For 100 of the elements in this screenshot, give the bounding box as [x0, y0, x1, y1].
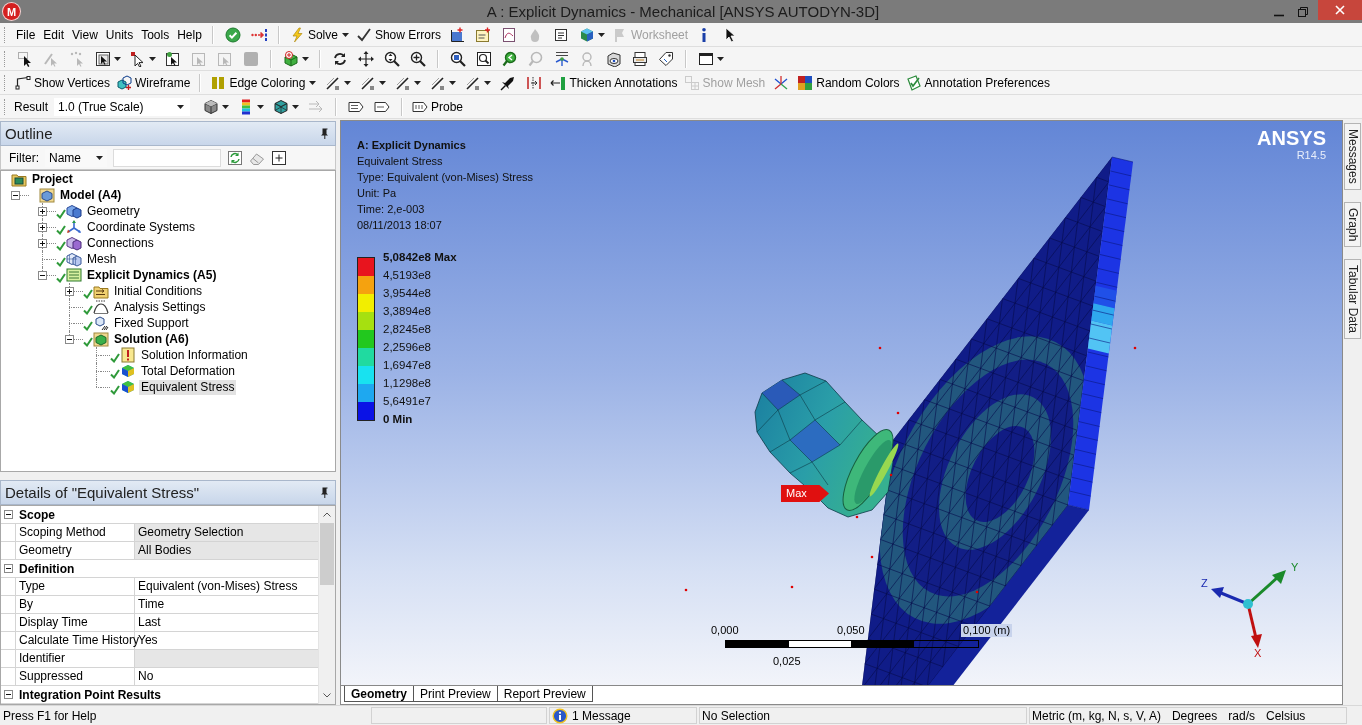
- property-value[interactable]: Last: [135, 614, 318, 631]
- caret-icon[interactable]: [177, 104, 184, 109]
- toolbar-button[interactable]: Solve: [285, 24, 341, 45]
- check-circle-icon[interactable]: [224, 26, 241, 43]
- app-logo[interactable]: M: [3, 3, 20, 20]
- minus-box-icon[interactable]: [38, 270, 47, 280]
- close-button[interactable]: [1318, 0, 1362, 20]
- box-select-icon[interactable]: [95, 50, 111, 67]
- messages-indicator[interactable]: 1 Message: [549, 707, 697, 724]
- property-value[interactable]: All Bodies: [135, 542, 318, 559]
- tree-item[interactable]: Total Deformation: [139, 363, 238, 379]
- cube-icon[interactable]: [283, 50, 299, 67]
- pushpin-icon[interactable]: [500, 74, 517, 91]
- tree-item[interactable]: Explicit Dynamics (A5): [85, 267, 219, 283]
- face-select-icon[interactable]: [165, 50, 181, 67]
- tree-item[interactable]: Analysis Settings: [112, 299, 208, 315]
- scrollbar[interactable]: [318, 506, 335, 704]
- printer-icon[interactable]: [632, 50, 648, 67]
- plus-box-icon[interactable]: [38, 206, 47, 216]
- scale-dropdown[interactable]: 1.0 (True Scale): [54, 97, 190, 116]
- pin-icon[interactable]: [321, 128, 329, 139]
- line-weight-icon[interactable]: [465, 74, 482, 91]
- tree-item[interactable]: Coordinate Systems: [85, 219, 198, 235]
- toolbar-button[interactable]: Wireframe: [113, 72, 194, 93]
- toolbar-button[interactable]: Random Colors: [794, 72, 903, 93]
- minus-box-icon[interactable]: [65, 334, 74, 344]
- zoom-box-icon[interactable]: [476, 50, 492, 67]
- property-value[interactable]: No: [135, 668, 318, 685]
- plus-box-icon[interactable]: [65, 286, 74, 296]
- caret-icon[interactable]: [222, 104, 229, 109]
- chart-page-icon[interactable]: [500, 26, 517, 43]
- minus-box-icon[interactable]: [4, 564, 13, 573]
- tree-item[interactable]: Initial Conditions: [112, 283, 205, 299]
- caret-icon[interactable]: [292, 104, 299, 109]
- caret-icon[interactable]: [717, 56, 724, 61]
- window-icon[interactable]: [698, 50, 714, 67]
- tree-item[interactable]: Mesh: [85, 251, 119, 267]
- menu-item[interactable]: Tools: [137, 25, 174, 44]
- caret-icon[interactable]: [257, 104, 264, 109]
- tree-item[interactable]: Equivalent Stress: [139, 379, 237, 395]
- caret-icon[interactable]: [149, 56, 156, 61]
- zoom-fit-icon[interactable]: [450, 50, 466, 67]
- pointer-icon[interactable]: [130, 50, 146, 67]
- caret-icon[interactable]: [414, 80, 422, 85]
- angle-unit[interactable]: Degrees: [1171, 708, 1218, 723]
- toolbar-button[interactable]: Show Errors: [352, 24, 444, 45]
- pan-icon[interactable]: [358, 50, 374, 67]
- toolbar-button[interactable]: Probe: [409, 96, 467, 117]
- menu-item[interactable]: View: [68, 25, 102, 44]
- property-value[interactable]: Geometry Selection: [135, 524, 318, 541]
- caret-icon[interactable]: [597, 32, 605, 37]
- side-tab[interactable]: Tabular Data: [1344, 259, 1361, 340]
- scrollbar-thumb[interactable]: [320, 523, 334, 585]
- bracket-arrow-icon[interactable]: [526, 74, 543, 91]
- view-tab[interactable]: Geometry: [344, 686, 415, 702]
- line-weight-icon[interactable]: [430, 74, 447, 91]
- minus-box-icon[interactable]: [4, 690, 13, 699]
- tree-item[interactable]: Project: [30, 171, 75, 187]
- tree-item[interactable]: Geometry: [85, 203, 142, 219]
- menu-item[interactable]: File: [12, 25, 40, 44]
- tree-item[interactable]: Fixed Support: [112, 315, 191, 331]
- side-tab[interactable]: Messages: [1344, 123, 1361, 190]
- caret-icon[interactable]: [484, 80, 492, 85]
- view-tab[interactable]: Print Preview: [413, 686, 498, 702]
- dotted-arrow-icon[interactable]: [250, 26, 267, 43]
- tree-item[interactable]: Model (A4): [58, 187, 124, 203]
- view-tab[interactable]: Report Preview: [496, 686, 593, 702]
- tree-item[interactable]: Connections: [85, 235, 156, 251]
- toolbar-button[interactable]: Thicken Annotations: [547, 72, 681, 93]
- eye-icon[interactable]: [606, 50, 622, 67]
- toolbar-button[interactable]: Edge Coloring: [207, 72, 309, 93]
- cube-icon[interactable]: [203, 98, 219, 115]
- plus-box-icon[interactable]: [38, 222, 47, 232]
- unit-system[interactable]: Metric (m, kg, N, s, V, A): [1032, 708, 1161, 723]
- minus-box-icon[interactable]: [4, 510, 13, 519]
- plus-box-icon[interactable]: [38, 238, 47, 248]
- axis-icon[interactable]: [448, 26, 465, 43]
- line-weight-icon[interactable]: [395, 74, 412, 91]
- minus-box-icon[interactable]: [11, 190, 20, 200]
- toolbar-button[interactable]: Annotation Preferences: [902, 72, 1054, 93]
- caret-icon[interactable]: [309, 80, 317, 85]
- side-tab[interactable]: Graph: [1344, 201, 1361, 248]
- menu-item[interactable]: Edit: [39, 25, 69, 44]
- temperature-unit[interactable]: Celsius: [1265, 708, 1306, 723]
- tree-item[interactable]: Solution Information: [139, 347, 250, 363]
- line-weight-icon[interactable]: [360, 74, 377, 91]
- select-icon[interactable]: [17, 50, 33, 67]
- line-weight-icon[interactable]: [325, 74, 342, 91]
- refresh-icon[interactable]: [227, 149, 243, 166]
- caret-icon[interactable]: [302, 56, 309, 61]
- rotation-unit[interactable]: rad/s: [1228, 708, 1255, 723]
- cube-icon[interactable]: [578, 26, 595, 43]
- menu-item[interactable]: Units: [101, 25, 138, 44]
- caret-icon[interactable]: [344, 80, 352, 85]
- property-value[interactable]: Time: [135, 596, 318, 613]
- mesh-cube-icon[interactable]: [273, 98, 289, 115]
- text-box-icon[interactable]: [552, 26, 569, 43]
- caret-icon[interactable]: [341, 32, 349, 37]
- pin-icon[interactable]: [321, 487, 329, 498]
- scroll-up-icon[interactable]: [323, 512, 331, 517]
